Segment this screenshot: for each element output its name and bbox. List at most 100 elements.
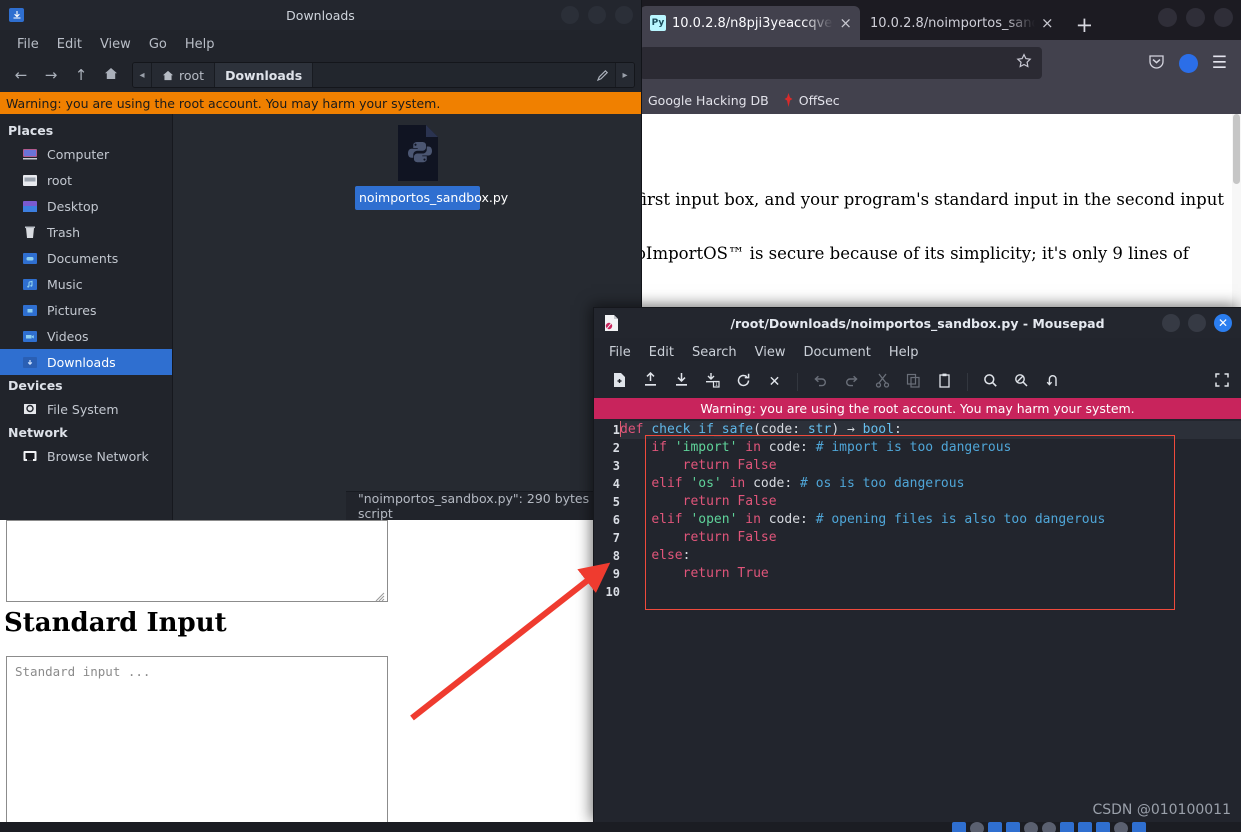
reload-icon[interactable] [728, 373, 759, 392]
taskbar-icon-4[interactable] [1006, 822, 1020, 832]
open-file-icon[interactable] [635, 371, 666, 392]
sidebar-item-desktop[interactable]: Desktop [0, 193, 172, 219]
sidebar-item-documents[interactable]: Documents [0, 245, 172, 271]
fm-menu-go[interactable]: Go [140, 35, 176, 54]
taskbar-icon-10[interactable] [1114, 822, 1128, 832]
back-arrow-icon[interactable]: ← [6, 66, 36, 84]
mousepad-close-button[interactable]: ✕ [1214, 314, 1232, 332]
fm-menu-edit[interactable]: Edit [48, 35, 91, 54]
cut-icon[interactable] [867, 373, 898, 392]
sidebar-item-computer[interactable]: Computer [0, 141, 172, 167]
pocket-icon[interactable] [1148, 53, 1165, 74]
url-bar[interactable] [640, 47, 1042, 79]
fm-menu-file[interactable]: File [8, 35, 48, 54]
browser-minimize-button[interactable] [1158, 8, 1177, 27]
account-avatar-icon[interactable] [1178, 53, 1198, 73]
scrollbar-thumb[interactable] [1233, 114, 1240, 184]
home-icon[interactable] [96, 66, 126, 84]
mp-menu-help[interactable]: Help [880, 343, 928, 362]
sidebar-item-music[interactable]: Music [0, 271, 172, 297]
sidebar-heading-network: Network [8, 425, 68, 440]
fm-close-button[interactable] [615, 6, 633, 24]
taskbar-icon-11[interactable] [1132, 822, 1146, 832]
fm-minimize-button[interactable] [561, 6, 579, 24]
code-text[interactable]: def check_if_safe(code: str) → bool: if … [620, 421, 1241, 601]
file-manager-menubar: File Edit View Go Help [0, 30, 641, 58]
undo-icon[interactable] [805, 373, 836, 391]
bookmark-offsec[interactable]: OffSec [783, 93, 840, 108]
copy-icon[interactable] [898, 373, 929, 392]
pathbar-empty-space[interactable] [313, 63, 589, 87]
browser-tab-2[interactable]: 10.0.2.8/noimportos_sandbo × [860, 6, 1062, 40]
hamburger-menu-icon[interactable]: ☰ [1212, 53, 1227, 73]
taskbar-icon-3[interactable] [988, 822, 1002, 832]
pathbar-next-icon[interactable]: ▸ [615, 63, 634, 87]
fm-menu-help[interactable]: Help [176, 35, 224, 54]
mp-menu-file[interactable]: File [600, 343, 640, 362]
taskbar-icon-8[interactable] [1078, 822, 1092, 832]
stdout-textarea[interactable] [6, 520, 388, 602]
bookmark-google-hacking-db[interactable]: Google Hacking DB [648, 93, 769, 108]
sidebar-item-videos[interactable]: Videos [0, 323, 172, 349]
mousepad-icon [604, 315, 619, 331]
close-document-icon[interactable]: ✕ [759, 374, 790, 390]
sidebar-item-trash[interactable]: Trash [0, 219, 172, 245]
save-as-icon[interactable]: I [697, 372, 728, 392]
sidebar-item-file-system[interactable]: File System [0, 396, 172, 422]
fm-maximize-button[interactable] [588, 6, 606, 24]
taskbar-icon-2[interactable] [970, 822, 984, 832]
bookmark-star-icon[interactable] [1016, 53, 1032, 73]
find-replace-icon[interactable] [1006, 373, 1037, 392]
taskbar-icon-6[interactable] [1042, 822, 1056, 832]
new-document-icon[interactable] [604, 372, 635, 392]
file-item-label: noimportos_sandbox.py [355, 186, 508, 210]
taskbar-icon-1[interactable] [952, 822, 966, 832]
sidebar-item-browse-network[interactable]: Browse Network [0, 443, 172, 469]
sidebar-item-downloads[interactable]: Downloads [0, 349, 172, 375]
breadcrumb-downloads[interactable]: Downloads [215, 63, 314, 87]
new-tab-button[interactable]: + [1062, 10, 1108, 40]
mousepad-minimize-button[interactable] [1162, 314, 1180, 332]
sidebar-item-root[interactable]: root [0, 167, 172, 193]
desktop-taskbar[interactable] [0, 822, 1241, 832]
browser-tab-1-close-icon[interactable]: × [839, 15, 852, 31]
save-file-icon[interactable] [666, 372, 697, 392]
go-to-line-icon[interactable] [1037, 373, 1068, 392]
pathbar-prev-icon[interactable]: ◂ [133, 63, 152, 87]
mp-menu-edit[interactable]: Edit [640, 343, 683, 362]
taskbar-icon-5[interactable] [1024, 822, 1038, 832]
fm-menu-view[interactable]: View [91, 35, 140, 54]
file-manager-file-area[interactable]: noimportos_sandbox.py "noimportos_sandbo… [173, 114, 641, 521]
file-item-noimportos-sandbox[interactable]: noimportos_sandbox.py [355, 124, 508, 210]
resize-grip-icon[interactable] [373, 587, 385, 602]
browser-maximize-button[interactable] [1186, 8, 1205, 27]
taskbar-icon-group[interactable] [952, 822, 1146, 832]
harddisk-icon [22, 401, 38, 417]
pencil-icon[interactable] [589, 63, 615, 87]
breadcrumb-root[interactable]: root [152, 63, 216, 87]
sidebar-item-pictures[interactable]: Pictures [0, 297, 172, 323]
bookmark-ghdb-label: Google Hacking DB [648, 92, 769, 108]
forward-arrow-icon[interactable]: → [36, 66, 66, 84]
paste-icon[interactable] [929, 373, 960, 392]
up-arrow-icon[interactable]: ↑ [66, 66, 96, 84]
standard-input-textarea[interactable]: Standard input ... [6, 656, 388, 832]
csdn-watermark: CSDN @010100011 [1092, 802, 1231, 818]
mp-menu-view[interactable]: View [746, 343, 795, 362]
taskbar-icon-9[interactable] [1096, 822, 1110, 832]
find-icon[interactable] [975, 373, 1006, 392]
browser-tab-1[interactable]: Py 10.0.2.8/n8pji3yeaccqvek × [640, 6, 860, 40]
browser-tab-2-close-icon[interactable]: × [1041, 15, 1054, 31]
documents-folder-icon [22, 250, 38, 266]
mousepad-maximize-button[interactable] [1188, 314, 1206, 332]
browser-close-button[interactable] [1214, 8, 1233, 27]
mp-menu-document[interactable]: Document [794, 343, 879, 362]
fullscreen-icon[interactable] [1215, 373, 1229, 391]
taskbar-icon-7[interactable] [1060, 822, 1074, 832]
mousepad-editor[interactable]: 1 2 3 4 5 6 7 8 9 10 def check_if_safe(c… [594, 419, 1241, 802]
redo-icon[interactable] [836, 373, 867, 391]
file-manager-titlebar: Downloads [0, 0, 641, 30]
code-line: elif 'open' in code: # opening files is … [651, 512, 1106, 527]
path-bar[interactable]: ◂ root Downloads ▸ [132, 62, 635, 88]
mp-menu-search[interactable]: Search [683, 343, 746, 362]
